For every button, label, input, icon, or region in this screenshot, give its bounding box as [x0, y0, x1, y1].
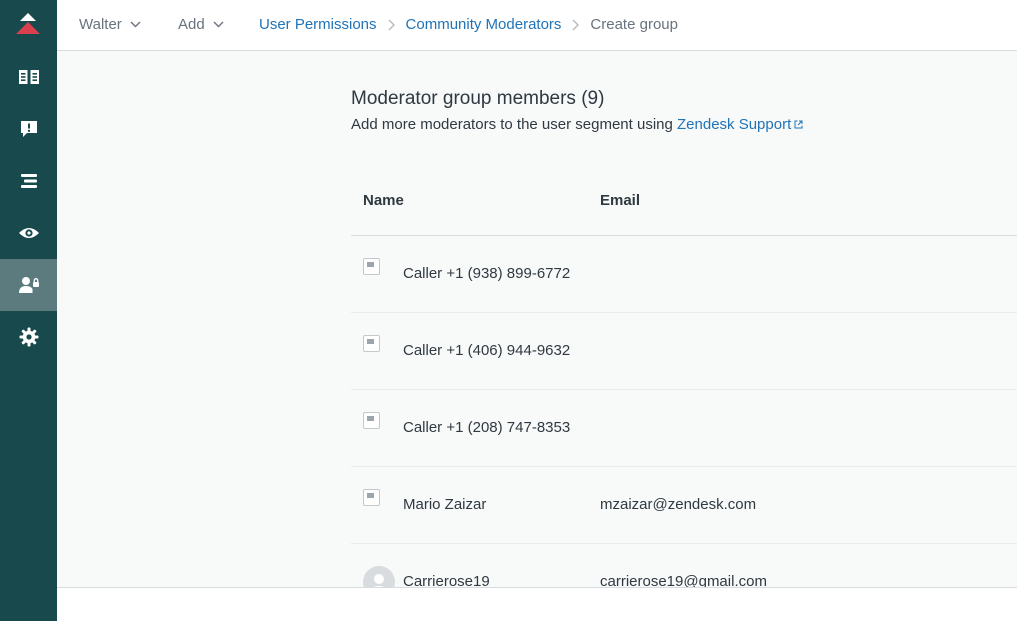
- main-content: Moderator group members (9) Add more mod…: [57, 52, 1017, 587]
- member-email: mzaizar@zendesk.com: [600, 496, 757, 513]
- sidebar-item-preview[interactable]: [0, 207, 57, 259]
- column-header-name[interactable]: Name: [363, 192, 404, 209]
- gear-icon: [19, 327, 38, 347]
- table-row[interactable]: Caller +1 (938) 899-6772: [351, 236, 1017, 313]
- table-row[interactable]: Caller +1 (406) 944-9632: [351, 313, 1017, 390]
- user-menu-label: Walter: [79, 16, 122, 33]
- member-name[interactable]: Caller +1 (208) 747-8353: [403, 419, 570, 436]
- table-header: Name Email: [351, 164, 1017, 236]
- table-row[interactable]: Caller +1 (208) 747-8353: [351, 390, 1017, 467]
- column-header-email[interactable]: Email: [600, 192, 640, 209]
- breadcrumb-user-permissions[interactable]: User Permissions: [259, 16, 377, 33]
- chevron-down-icon: [130, 21, 141, 28]
- member-email: carrierose19@gmail.com: [600, 573, 767, 587]
- external-link-icon: [794, 120, 803, 129]
- footer-bar: [57, 587, 1017, 621]
- member-name[interactable]: Carrierose19: [403, 573, 490, 587]
- default-avatar-icon: [363, 566, 395, 587]
- members-table: Name Email Caller +1 (938) 899-6772 Call…: [351, 164, 1017, 587]
- member-name[interactable]: Mario Zaizar: [403, 496, 486, 513]
- alert-message-icon: [20, 121, 37, 137]
- table-row[interactable]: Mario Zaizar mzaizar@zendesk.com: [351, 467, 1017, 544]
- sidebar-item-knowledge-base[interactable]: [0, 51, 57, 103]
- bars-list-icon: [20, 174, 37, 188]
- sidebar-item-arrange[interactable]: [0, 155, 57, 207]
- broken-image-icon: [363, 412, 380, 429]
- user-menu[interactable]: Walter: [79, 16, 141, 33]
- broken-image-icon: [363, 489, 380, 506]
- table-row[interactable]: Carrierose19 carrierose19@gmail.com: [351, 544, 1017, 587]
- chevron-down-icon: [213, 21, 224, 28]
- broken-image-icon: [363, 335, 380, 352]
- sidebar-item-settings[interactable]: [0, 311, 57, 363]
- open-book-icon: [18, 70, 39, 84]
- breadcrumb-community-moderators[interactable]: Community Moderators: [406, 16, 562, 33]
- sidebar: [0, 0, 57, 621]
- chevron-right-icon: [388, 19, 395, 30]
- section-description: Add more moderators to the user segment …: [351, 116, 803, 133]
- breadcrumb: User Permissions Community Moderators Cr…: [259, 16, 678, 33]
- member-name[interactable]: Caller +1 (406) 944-9632: [403, 342, 570, 359]
- zendesk-support-link[interactable]: Zendesk Support: [677, 116, 803, 133]
- breadcrumb-current: Create group: [590, 16, 678, 33]
- top-bar: Walter Add User Permissions Community Mo…: [57, 0, 1017, 51]
- broken-image-icon: [363, 258, 380, 275]
- section-description-text: Add more moderators to the user segment …: [351, 116, 673, 133]
- user-lock-icon: [18, 277, 39, 293]
- add-menu[interactable]: Add: [178, 16, 224, 33]
- eye-icon: [18, 228, 39, 238]
- section-title: Moderator group members (9): [351, 88, 605, 109]
- zendesk-support-link-label: Zendesk Support: [677, 116, 792, 133]
- zendesk-guide-logo[interactable]: [14, 13, 42, 35]
- member-name[interactable]: Caller +1 (938) 899-6772: [403, 265, 570, 282]
- sidebar-item-moderation[interactable]: [0, 103, 57, 155]
- add-menu-label: Add: [178, 16, 205, 33]
- sidebar-item-user-permissions[interactable]: [0, 259, 57, 311]
- chevron-right-icon: [572, 19, 580, 30]
